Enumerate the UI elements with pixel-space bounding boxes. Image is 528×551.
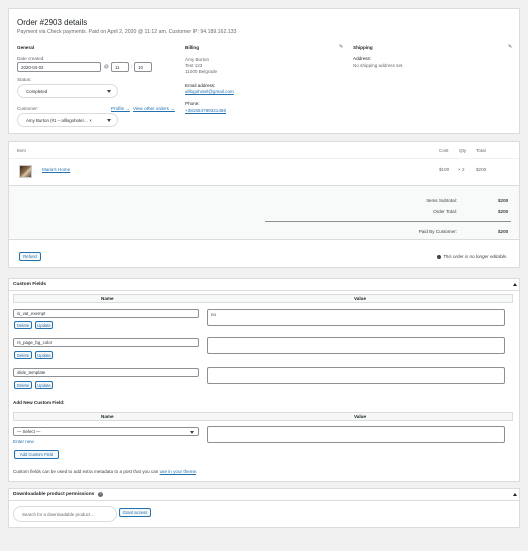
col-item-header: Item xyxy=(17,148,26,153)
customer-label: Customer: xyxy=(17,106,39,111)
order-total-value: $200 xyxy=(498,209,509,214)
info-icon xyxy=(437,254,441,259)
chevron-down-icon xyxy=(107,119,111,122)
order-subtitle: Payment via Check payments. Paid on Apri… xyxy=(17,29,237,35)
meta-value-textarea[interactable] xyxy=(207,337,505,354)
custom-fields-header xyxy=(9,279,519,291)
new-col-name-header: Name xyxy=(101,414,114,419)
meta-key-select-value: — Select — xyxy=(17,429,41,434)
item-name-link[interactable]: Maria's Home xyxy=(42,167,70,172)
downloadable-permissions-panel: Downloadable product permissions ? Searc… xyxy=(8,488,520,528)
not-editable-text: This order is no longer editable. xyxy=(443,254,508,259)
update-meta-button[interactable]: Update xyxy=(35,381,53,389)
paid-value: $200 xyxy=(498,229,509,234)
status-label: Status: xyxy=(17,77,32,82)
custom-fields-panel: Custom Fields Name Value is_vat_exempt D… xyxy=(8,278,520,482)
delete-meta-button[interactable]: Delete xyxy=(14,351,32,359)
item-cost: $100 xyxy=(439,167,450,172)
col-total-header: Total xyxy=(476,148,486,153)
item-thumbnail xyxy=(19,165,32,178)
col-qty-header: Qty xyxy=(459,148,467,153)
customer-profile-link[interactable]: Profile → xyxy=(111,106,130,111)
meta-key-input[interactable]: slide_template xyxy=(13,368,199,377)
billing-address-line-3: 11000 Belgrade xyxy=(185,69,218,74)
downloads-title: Downloadable product permissions xyxy=(13,492,95,497)
shipping-address-value: No shipping address set. xyxy=(353,63,404,68)
delete-meta-button[interactable]: Delete xyxy=(14,381,32,389)
billing-address-line-1: Amy Burton xyxy=(185,57,209,62)
footer-period: . xyxy=(196,469,198,474)
shipping-address-label: Address: xyxy=(353,56,372,61)
meta-key-input[interactable]: is_vat_exempt xyxy=(13,309,199,318)
general-heading: General xyxy=(17,45,35,50)
help-icon[interactable]: ? xyxy=(98,492,103,497)
billing-phone-link[interactable]: +381654789321456 xyxy=(185,108,226,113)
col-name-header: Name xyxy=(101,296,114,301)
delete-meta-button[interactable]: Delete xyxy=(14,321,32,329)
chevron-down-icon xyxy=(107,90,111,93)
custom-fields-footer: Custom fields can be used to add extra m… xyxy=(13,469,197,474)
item-qty: × 2 xyxy=(458,167,465,172)
paid-label: Paid By Customer: xyxy=(418,229,457,234)
order-items-panel: Item Cost Qty Total Maria's Home $100 × … xyxy=(8,141,520,268)
update-meta-button[interactable]: Update xyxy=(35,351,53,359)
date-created-label: Date created: xyxy=(17,56,45,61)
add-custom-field-button[interactable]: Add Custom Field xyxy=(14,450,59,459)
subtotal-label: Items Subtotal: xyxy=(426,198,457,203)
add-new-custom-field-heading: Add New Custom Field: xyxy=(13,400,65,405)
meta-key-select[interactable]: — Select — xyxy=(13,427,199,436)
meta-value-textarea[interactable]: no xyxy=(207,309,505,326)
col-cost-header: Cost xyxy=(439,148,449,153)
customer-select-value: Amy Burton (#1 – alllogohotel… × xyxy=(26,117,92,123)
custom-fields-table-head xyxy=(13,294,513,303)
totals-divider xyxy=(265,221,511,222)
status-select[interactable]: Completed xyxy=(17,84,118,98)
downloadable-product-search[interactable]: Search for a downloadable product… xyxy=(13,506,117,522)
billing-phone-label: Phone: xyxy=(185,101,200,106)
billing-heading: Billing xyxy=(185,45,200,50)
view-other-orders-link[interactable]: View other orders → xyxy=(133,106,175,111)
new-field-table-head xyxy=(13,412,513,421)
shipping-heading: Shipping xyxy=(353,45,373,50)
hour-input[interactable]: 11 xyxy=(111,62,129,72)
meta-key-input[interactable]: rs_page_bg_color xyxy=(13,338,199,347)
minute-input[interactable]: 10 xyxy=(134,62,152,72)
edit-billing-icon[interactable]: ✎ xyxy=(339,44,343,50)
custom-fields-footer-text: Custom fields can be used to add extra m… xyxy=(13,469,160,474)
downloadable-product-search-placeholder: Search for a downloadable product… xyxy=(22,511,95,517)
billing-email-label: Email address: xyxy=(185,83,216,88)
new-meta-value-textarea[interactable] xyxy=(207,426,505,443)
use-in-theme-link[interactable]: use in your theme xyxy=(160,469,197,474)
customer-select[interactable]: Amy Burton (#1 – alllogohotel… × xyxy=(17,113,118,127)
subtotal-value: $200 xyxy=(498,198,509,203)
status-select-value: Completed xyxy=(26,88,48,94)
collapse-toggle-icon[interactable] xyxy=(513,283,517,286)
order-total-label: Order Total: xyxy=(433,209,457,214)
grant-access-button[interactable]: Grant access xyxy=(119,508,151,517)
billing-address-line-2: Test 123 xyxy=(185,63,203,68)
date-created-input[interactable]: 2020-04-02 xyxy=(17,62,101,72)
time-colon: : xyxy=(131,64,133,69)
col-value-header: Value xyxy=(354,296,367,301)
new-col-value-header: Value xyxy=(354,414,367,419)
custom-fields-title: Custom Fields xyxy=(13,282,47,287)
update-meta-button[interactable]: Update xyxy=(35,321,53,329)
edit-shipping-icon[interactable]: ✎ xyxy=(508,44,512,50)
chevron-down-icon xyxy=(190,431,194,434)
at-separator: @ xyxy=(104,64,109,69)
collapse-toggle-icon[interactable] xyxy=(513,493,517,496)
order-data-panel: Order #2903 details Payment via Check pa… xyxy=(8,8,520,134)
meta-value-textarea[interactable] xyxy=(207,367,505,384)
enter-new-link[interactable]: Enter new xyxy=(13,439,34,444)
item-total: $200 xyxy=(476,167,487,172)
billing-email-link[interactable]: alllogohotel@gmail.com xyxy=(185,89,234,94)
order-title: Order #2903 details xyxy=(17,18,88,27)
not-editable-note: This order is no longer editable. xyxy=(437,254,507,259)
refund-button[interactable]: Refund xyxy=(19,252,41,261)
